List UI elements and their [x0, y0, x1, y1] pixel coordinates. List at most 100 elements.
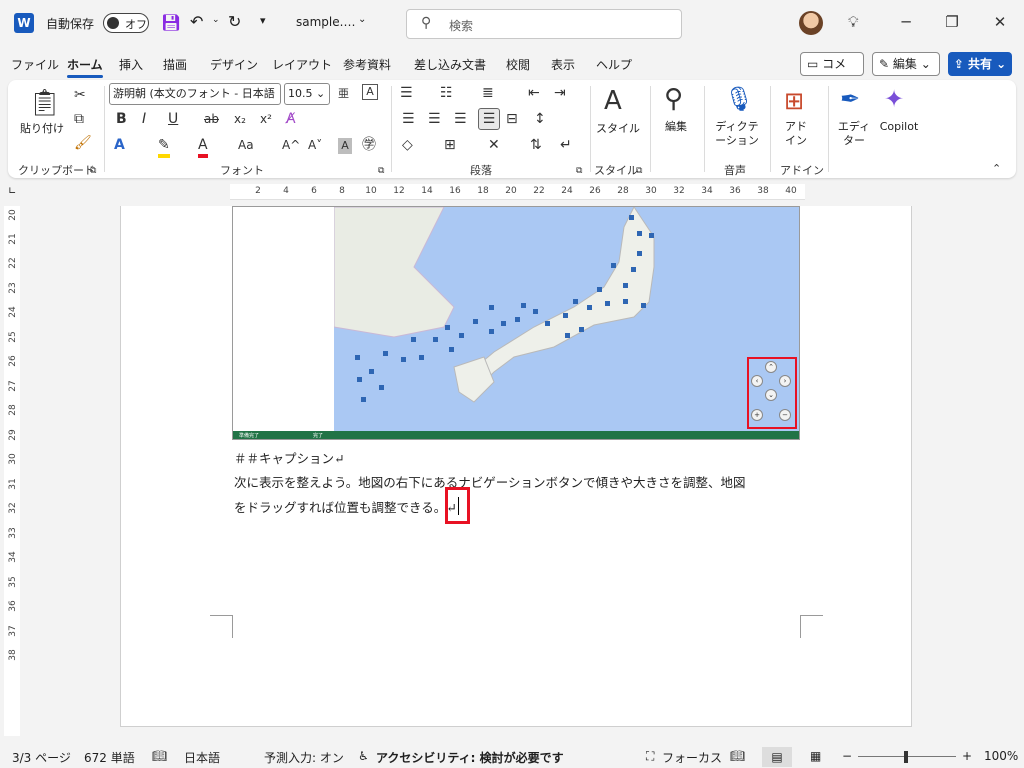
dictation-label[interactable]: ディクテーション [710, 120, 764, 148]
copilot-icon[interactable]: ✦ [884, 84, 904, 114]
zoom-out-button[interactable]: − [842, 749, 852, 763]
redo-icon[interactable]: ↻ [228, 12, 241, 31]
zoom-in-button[interactable]: + [962, 749, 972, 763]
body-line-2[interactable]: をドラッグすれば位置も調整できる。↵ [234, 497, 457, 516]
customize-qat-icon[interactable]: ▾ [260, 14, 266, 27]
share-button[interactable]: ⇪ 共有 ⌄ [948, 52, 1012, 76]
horizontal-ruler[interactable]: 2 4 6 8 10 12 14 16 18 20 22 24 26 28 30… [230, 184, 805, 200]
phonetic-guide-icon[interactable]: 亜 [338, 85, 349, 103]
tab-file[interactable]: ファイル [11, 56, 59, 73]
format-painter-icon[interactable]: 🖌︎ [74, 134, 92, 152]
vertical-ruler[interactable]: 20 21 22 23 24 25 26 27 28 29 30 31 32 3… [4, 206, 20, 736]
italic-button[interactable]: I [142, 110, 146, 128]
font-color-icon[interactable]: A [198, 136, 208, 158]
enclose-char-icon[interactable]: ㊫ [362, 136, 376, 154]
search-box[interactable]: ⚲ 検索 [406, 9, 682, 39]
tab-selector-icon[interactable]: ∟ [8, 186, 16, 197]
shading-icon[interactable]: ◇ [402, 136, 413, 154]
underline-button[interactable]: U [168, 110, 178, 128]
page-count[interactable]: 3/3 ページ [12, 749, 71, 766]
increase-indent-icon[interactable]: ⇥ [554, 84, 566, 102]
shrink-font-button[interactable]: A˅ [308, 136, 322, 154]
styles-icon[interactable]: A [604, 86, 622, 116]
clipboard-launcher-icon[interactable]: ⧉ [90, 162, 96, 180]
avatar[interactable] [799, 11, 823, 35]
addins-label[interactable]: アドイン [782, 120, 810, 148]
tab-home[interactable]: ホーム [67, 56, 103, 78]
styles-label[interactable]: スタイル [596, 122, 640, 136]
zoom-level[interactable]: 100% [984, 749, 1018, 763]
show-marks-icon[interactable]: ↵ [560, 136, 572, 154]
copy-icon[interactable]: ⧉ [74, 110, 84, 128]
clear-formatting-icon[interactable]: A̸ [286, 110, 296, 128]
print-layout-icon[interactable]: ▤ [762, 747, 792, 767]
tab-help[interactable]: ヘルプ [596, 56, 632, 73]
save-icon[interactable]: 💾︎ [161, 13, 181, 32]
tab-references[interactable]: 参考資料 [343, 56, 391, 73]
embedded-map-image[interactable]: ⌃ ‹ › ⌄ + − 準備完了 完了 [232, 206, 800, 440]
char-border-icon[interactable]: A [362, 84, 378, 100]
strikethrough-button[interactable]: ab [204, 110, 219, 128]
superscript-button[interactable]: x² [260, 110, 272, 128]
sort-icon[interactable]: ⇅ [530, 136, 542, 154]
cut-icon[interactable]: ✂ [74, 86, 86, 104]
align-left-icon[interactable]: ☰ [402, 110, 415, 128]
font-size-combo[interactable]: 10.5 ⌄ [284, 83, 330, 105]
proofing-icon[interactable]: 📖︎ [152, 749, 167, 763]
tab-review[interactable]: 校閲 [506, 56, 530, 73]
zoom-slider-thumb[interactable] [904, 751, 908, 763]
autosave-toggle[interactable]: オフ [103, 13, 149, 33]
paste-label[interactable]: 貼り付け [18, 122, 66, 136]
undo-dropdown-icon[interactable]: ⌄ [212, 15, 220, 25]
lightbulb-icon[interactable]: 💡︎ [848, 13, 859, 31]
tab-draw[interactable]: 描画 [163, 56, 187, 73]
tab-view[interactable]: 表示 [551, 56, 575, 73]
addins-icon[interactable]: ⊞ [784, 86, 804, 116]
line-spacing-icon[interactable]: ↕ [534, 110, 546, 128]
bold-button[interactable]: B [116, 110, 127, 128]
grow-font-button[interactable]: A^ [282, 136, 300, 154]
styles-launcher-icon[interactable]: ⧉ [636, 162, 642, 180]
language[interactable]: 日本語 [184, 749, 220, 766]
restore-icon[interactable]: ❐ [942, 12, 962, 32]
tab-insert[interactable]: 挿入 [119, 56, 143, 73]
text-effects-icon[interactable]: A [114, 136, 125, 154]
accessibility-status[interactable]: アクセシビリティ: 検討が必要です [376, 749, 564, 766]
distributed-icon[interactable]: ⊟ [506, 110, 518, 128]
bullets-icon[interactable]: ☰ [400, 84, 413, 102]
highlight-icon[interactable]: ✎ [158, 136, 170, 158]
numbering-icon[interactable]: ☷ [440, 84, 453, 102]
minimize-icon[interactable]: ─ [896, 12, 916, 32]
tab-mailings[interactable]: 差し込み文書 [414, 56, 486, 73]
read-mode-icon[interactable]: 📖︎ [730, 749, 745, 763]
editing-label[interactable]: 編集 [658, 120, 694, 134]
font-launcher-icon[interactable]: ⧉ [378, 162, 384, 180]
text-predictions[interactable]: 予測入力: オン [264, 749, 344, 766]
paste-icon[interactable]: 📋︎ [28, 88, 61, 118]
decrease-indent-icon[interactable]: ⇤ [528, 84, 540, 102]
copilot-label[interactable]: Copilot [874, 120, 924, 134]
comment-button[interactable]: ▭ コメント [800, 52, 864, 93]
close-icon[interactable]: ✕ [990, 12, 1010, 32]
borders-icon[interactable]: ⊞ [444, 136, 456, 154]
body-line-1[interactable]: 次に表示を整えよう。地図の右下にあるナビゲーションボタンで傾きや大きさを調整、地… [234, 472, 746, 491]
editor-label[interactable]: エディター [836, 120, 872, 148]
multilevel-list-icon[interactable]: ≣ [482, 84, 494, 102]
tab-design[interactable]: デザイン [210, 56, 258, 73]
justify-icon[interactable]: ☰ [478, 108, 500, 130]
align-center-icon[interactable]: ☰ [428, 110, 441, 128]
subscript-button[interactable]: x₂ [234, 110, 246, 128]
align-right-icon[interactable]: ☰ [454, 110, 467, 128]
editor-icon[interactable]: ✒ [840, 84, 860, 114]
edit-mode-button[interactable]: ✎ 編集 ⌄ [872, 52, 940, 76]
microphone-icon[interactable]: 🎙︎ [724, 84, 754, 114]
doc-name-chevron-icon[interactable]: ⌄ [358, 14, 366, 25]
find-icon[interactable]: ⚲ [664, 84, 683, 114]
paragraph-launcher-icon[interactable]: ⧉ [576, 162, 582, 180]
caption-heading[interactable]: ＃＃キャプション↵ [234, 448, 344, 467]
undo-icon[interactable]: ↶ [190, 12, 203, 31]
change-case-button[interactable]: Aa [238, 136, 254, 154]
web-layout-icon[interactable]: ▦ [810, 749, 821, 763]
char-shading-icon[interactable]: A [338, 138, 352, 154]
focus-button[interactable]: フォーカス [662, 749, 722, 766]
